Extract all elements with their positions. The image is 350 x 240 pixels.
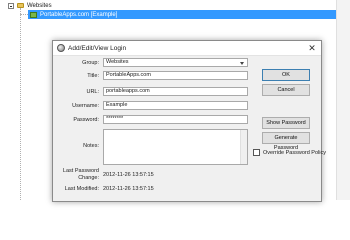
notes-scrollbar[interactable] (240, 130, 247, 164)
app-icon (57, 44, 65, 52)
tree-entry-selected[interactable]: PortableApps.com [Example] (28, 10, 336, 19)
folder-icon (17, 3, 24, 8)
generate-password-button[interactable]: Generate Password (262, 132, 310, 151)
tree-connector-line (20, 14, 28, 15)
username-input[interactable]: Example (103, 101, 248, 110)
override-policy-checkbox[interactable] (253, 149, 260, 156)
last-modified-label: Last Modified: (64, 186, 99, 192)
last-password-change-label-line2: Change: (78, 175, 99, 181)
show-password-button[interactable]: Show Password (262, 117, 310, 129)
last-password-change-label: Last Password Change: (53, 168, 99, 182)
override-policy-row[interactable]: Override Password Policy (253, 149, 326, 156)
ok-button[interactable]: OK (262, 69, 310, 81)
last-password-change-value: 2012-11-26 13:57:15 (103, 172, 154, 178)
notes-label: Notes: (83, 143, 99, 149)
override-policy-label: Override Password Policy (263, 149, 326, 156)
group-label: Group: (82, 60, 99, 66)
last-modified-value: 2012-11-26 13:57:15 (103, 186, 154, 192)
entry-icon (30, 11, 37, 18)
tree-connector-line (20, 8, 21, 200)
dialog-title: Add/Edit/View Login (68, 44, 127, 52)
last-password-change-label-line1: Last Password (62, 168, 99, 174)
vertical-scrollbar[interactable] (336, 0, 350, 200)
tree-group-websites[interactable]: Websites (8, 1, 52, 10)
collapse-icon[interactable] (8, 2, 14, 9)
dialog-titlebar[interactable]: Add/Edit/View Login ✕ (53, 41, 321, 56)
group-select[interactable]: Websites (103, 58, 248, 67)
password-input[interactable]: ******** (103, 115, 248, 124)
url-input[interactable]: portableapps.com (103, 87, 248, 96)
title-input[interactable]: PortableApps.com (103, 71, 248, 80)
notes-textarea[interactable] (103, 129, 248, 165)
add-edit-view-login-dialog: Add/Edit/View Login ✕ Group: Websites Ti… (52, 40, 326, 202)
close-button[interactable]: ✕ (307, 43, 317, 53)
title-label: Title: (87, 73, 99, 79)
url-label: URL: (86, 89, 99, 95)
tree-entry-label: PortableApps.com [Example] (40, 11, 118, 18)
tree-group-label: Websites (27, 2, 52, 9)
username-label: Username: (72, 103, 99, 109)
password-label: Password: (73, 117, 99, 123)
cancel-button[interactable]: Cancel (262, 84, 310, 96)
